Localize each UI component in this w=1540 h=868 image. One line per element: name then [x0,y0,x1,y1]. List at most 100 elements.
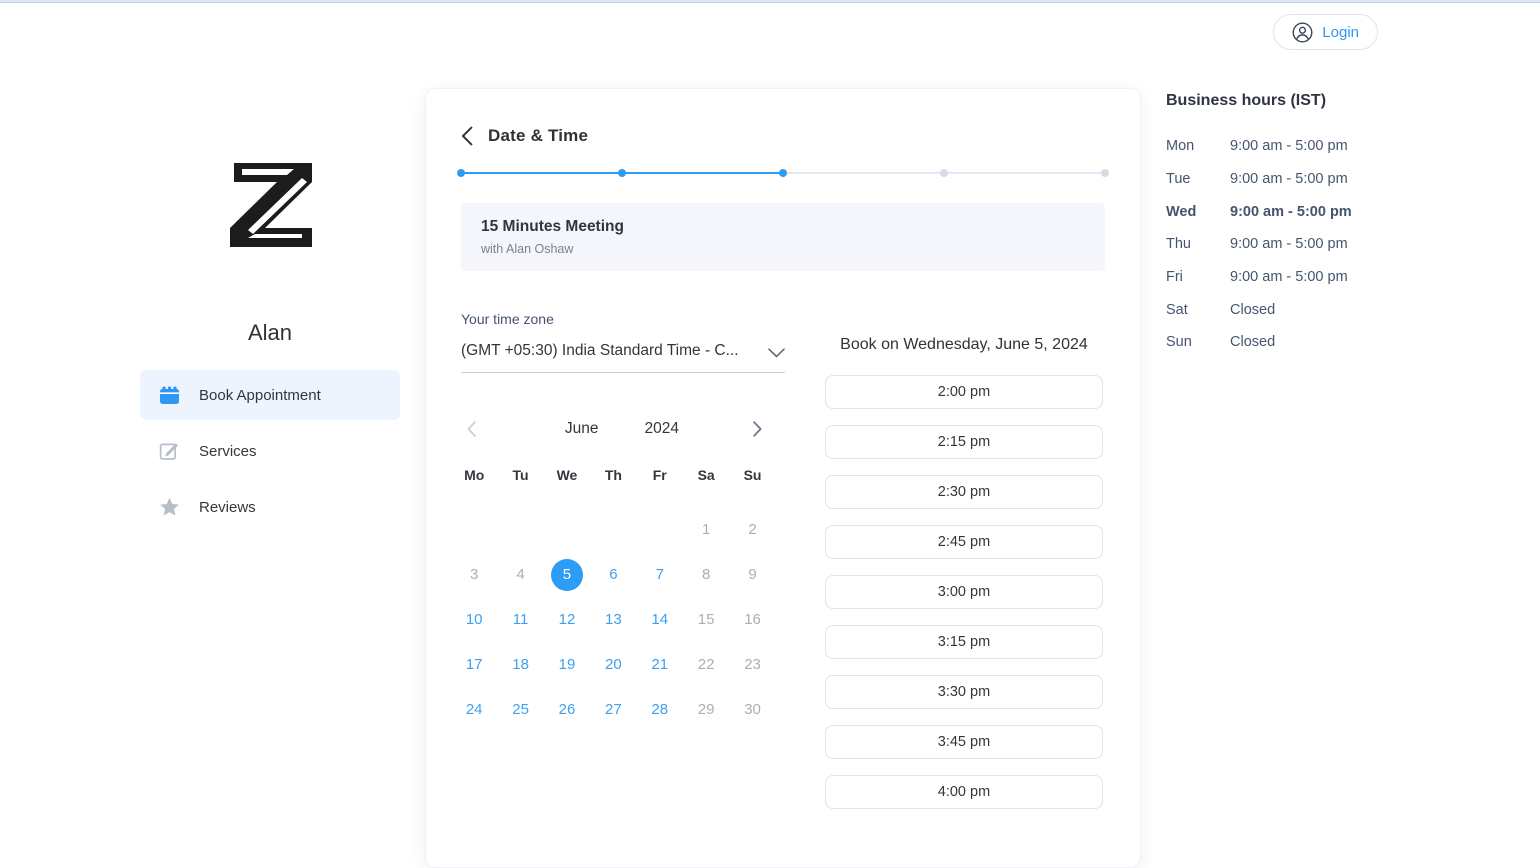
date-26[interactable]: 26 [544,687,590,732]
date-label: 7 [655,566,664,583]
service-provider: with Alan Oshaw [481,242,574,256]
business-hours-row-tue: Tue 9:00 am - 5:00 pm [1166,163,1496,196]
date-label: 20 [605,656,622,673]
time-slot-4-00-pm[interactable]: 4:00 pm [824,775,1103,809]
time-slot-3-00-pm[interactable]: 3:00 pm [824,575,1103,609]
time-slot-2-00-pm[interactable]: 2:00 pm [824,375,1103,409]
calendar-icon [158,386,180,405]
hours-value: 9:00 am - 5:00 pm [1230,171,1348,188]
business-hours-row-sun: Sun Closed [1166,326,1496,359]
time-slot-2-45-pm[interactable]: 2:45 pm [824,525,1103,559]
stepper-dot-3 [779,169,787,177]
hours-value: 9:00 am - 5:00 pm [1230,236,1348,253]
date-22: 22 [683,642,729,687]
date-label: 25 [512,701,529,718]
hours-day-label: Fri [1166,269,1183,286]
compose-icon [158,441,180,461]
sidebar-item-label: Services [199,442,257,460]
timezone-value: (GMT +05:30) India Standard Time - C... [461,342,739,359]
date-17[interactable]: 17 [451,642,497,687]
time-slot-3-15-pm[interactable]: 3:15 pm [824,625,1103,659]
date-7[interactable]: 7 [637,552,683,597]
date-label: 22 [697,656,715,673]
date-14[interactable]: 14 [637,597,683,642]
business-hours-table: Mon 9:00 am - 5:00 pm Tue 9:00 am - 5:00 pm… [1166,130,1496,359]
step-title: Date & Time [488,126,589,145]
date-8: 8 [683,552,729,597]
booking-card: Date & Time 15 Minutes Meeting with Alan… [425,88,1141,868]
timezone-select[interactable]: (GMT +05:30) India Standard Time - C... [461,342,785,373]
date-30: 30 [729,687,775,732]
date-label: 1 [701,521,711,538]
date-label: 18 [512,656,529,673]
business-hours-row-fri: Fri 9:00 am - 5:00 pm [1166,261,1496,294]
sidebar-item-label: Book Appointment [199,386,321,404]
business-hours-row-wed: Wed 9:00 am - 5:00 pm [1166,195,1496,228]
date-label: 19 [558,656,576,673]
business-hours-panel: Business hours (IST) Mon 9:00 am - 5:00 p… [1166,90,1496,359]
date-13[interactable]: 13 [590,597,636,642]
day-header-fr: Fr [652,467,667,483]
calendar-date-grid: 1 2 3 4 5 6 7 8 9 10 11 12 13 14 15 16 17 18 19 20 21 22 23 24 2… [451,507,785,732]
business-hours-row-sat: Sat Closed [1166,293,1496,326]
date-2: 2 [729,507,775,552]
date-12[interactable]: 12 [544,597,590,642]
date-19[interactable]: 19 [544,642,590,687]
user-icon [1292,22,1313,43]
time-slot-2-30-pm[interactable]: 2:30 pm [824,475,1103,509]
date-21[interactable]: 21 [637,642,683,687]
business-hours-row-thu: Thu 9:00 am - 5:00 pm [1166,228,1496,261]
prev-month-icon [467,421,491,437]
day-header-tu: Tu [512,467,529,483]
step-header: Date & Time [461,125,1105,147]
date-10[interactable]: 10 [451,597,497,642]
date-11[interactable]: 11 [497,597,543,642]
date-label: 4 [516,566,525,583]
date-label [458,514,490,546]
time-slot-2-15-pm[interactable]: 2:15 pm [824,425,1103,459]
date-label: 3 [470,566,479,583]
date-28[interactable]: 28 [637,687,683,732]
login-button[interactable]: Login [1273,14,1378,50]
date-label [644,514,676,546]
date-15: 15 [683,597,729,642]
day-header-mo: Mo [464,467,485,483]
date-20[interactable]: 20 [590,642,636,687]
date-6[interactable]: 6 [590,552,636,597]
sidebar-item-label: Reviews [199,498,256,516]
next-month-icon[interactable] [753,421,777,437]
sidebar-item-reviews[interactable]: Reviews [140,482,400,532]
time-slot-3-30-pm[interactable]: 3:30 pm [824,675,1103,709]
login-label: Login [1322,23,1359,41]
date-label: 6 [609,566,618,583]
date-24[interactable]: 24 [451,687,497,732]
date-label: 26 [558,701,576,718]
sidebar-item-book-appointment[interactable]: Book Appointment [140,370,400,420]
sidebar-item-services[interactable]: Services [140,426,400,476]
date-label: 17 [465,656,483,673]
time-slot-3-45-pm[interactable]: 3:45 pm [824,725,1103,759]
hours-value: 9:00 am - 5:00 pm [1230,203,1352,220]
calendar-column: Your time zone (GMT +05:30) India Standa… [461,311,785,825]
date-25[interactable]: 25 [497,687,543,732]
hours-day-label: Mon [1166,138,1195,155]
back-icon[interactable] [461,126,473,146]
date-label: 23 [744,656,761,673]
business-hours-title: Business hours (IST) [1166,92,1327,109]
day-header-su: Su [743,467,762,483]
progress-stepper [457,169,1109,177]
date-cell-empty [544,507,590,552]
chevron-down-icon [768,348,785,360]
timezone-label: Your time zone [461,311,554,327]
date-5[interactable]: 5 [544,552,590,597]
date-label: 12 [558,611,576,628]
hours-day-label: Thu [1166,236,1191,253]
date-label: 30 [744,701,761,718]
star-icon [158,497,180,517]
date-27[interactable]: 27 [590,687,636,732]
service-banner: 15 Minutes Meeting with Alan Oshaw [461,203,1105,271]
date-29: 29 [683,687,729,732]
business-name: Alan [247,320,293,345]
date-label [551,514,583,546]
date-18[interactable]: 18 [497,642,543,687]
